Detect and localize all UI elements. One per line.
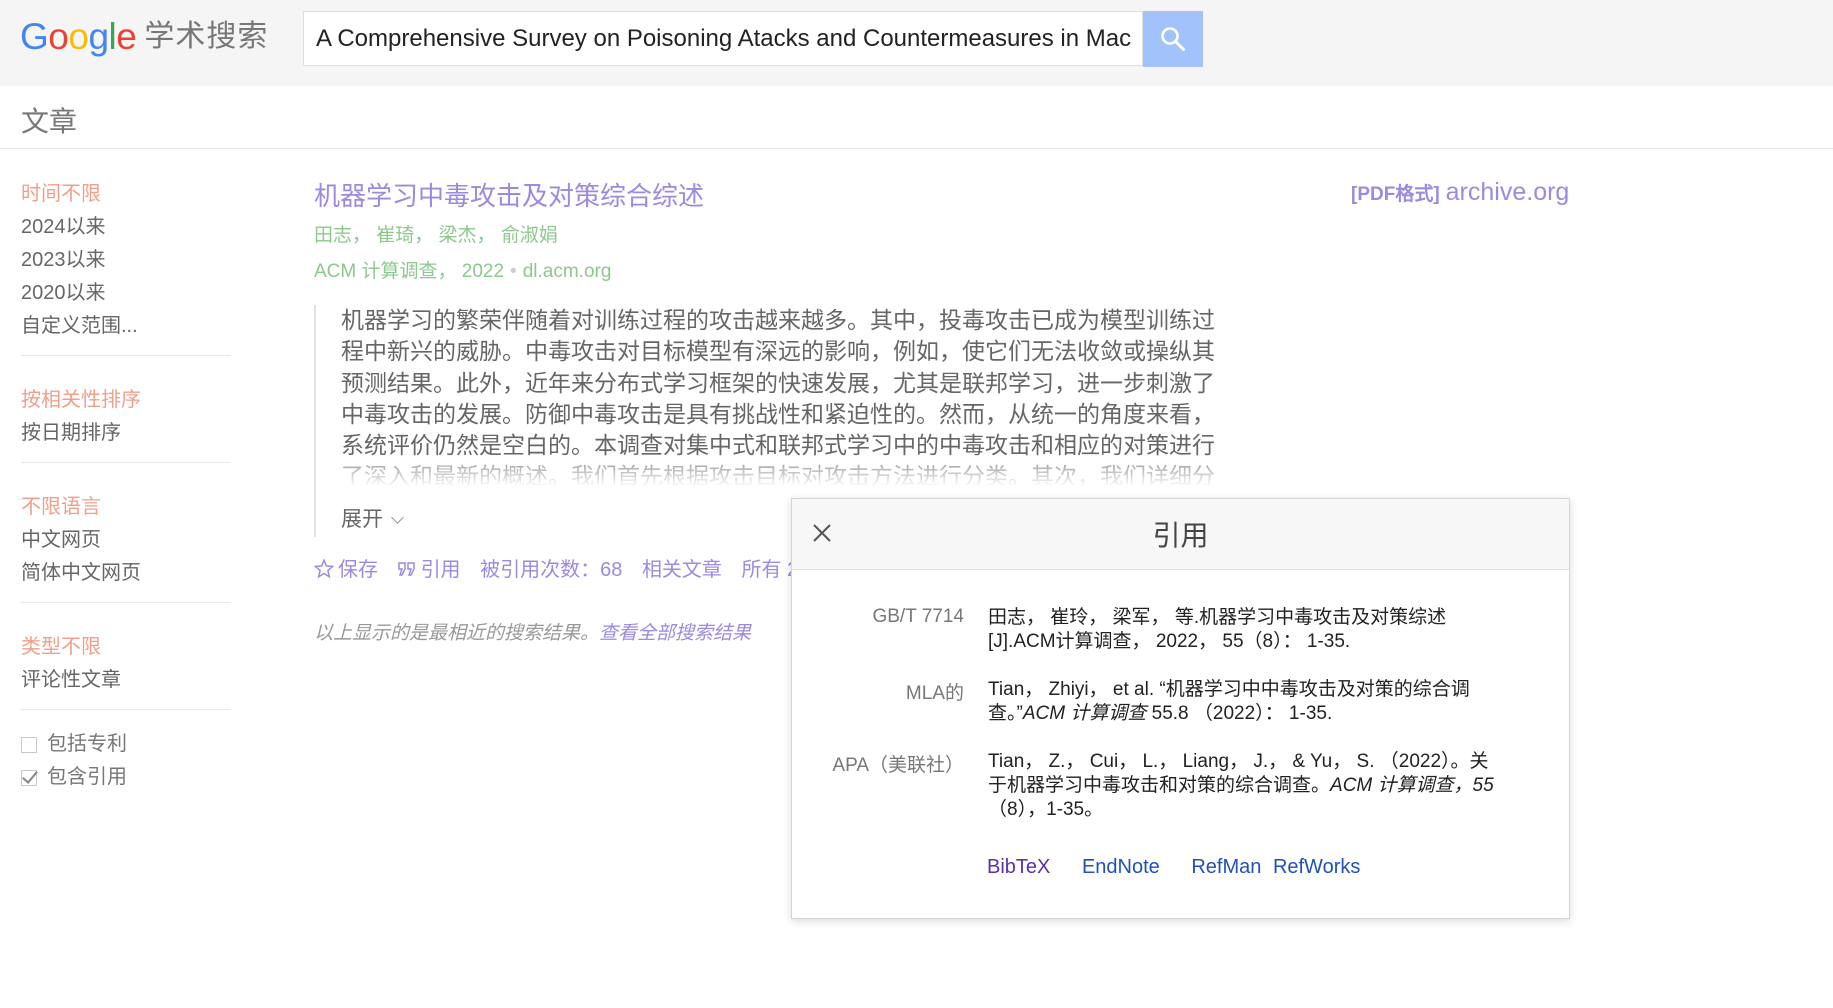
pdf-tag: [PDF格式] [1351,184,1440,205]
all-versions-link[interactable]: 所有 2 [742,559,799,581]
export-links: BibTeX EndNote RefMan RefWorks [987,856,1386,879]
cite-label: 引用 [420,559,461,581]
star-icon [313,558,335,579]
type-any[interactable]: 类型不限 [21,631,231,664]
citation-part: 55.8 （2022）： 1-35. [1146,703,1333,724]
save-label: 保存 [338,559,378,581]
sort-group: 按相关性排序 按日期排序 [21,356,231,463]
sort-by-date[interactable]: 按日期排序 [21,417,231,450]
checkbox-label: 包含引用 [47,766,127,788]
venue-text: ACM 计算调查， 2022 [314,261,505,282]
type-group: 类型不限 评论性文章 [21,603,231,710]
related-articles-link[interactable]: 相关文章 [642,559,722,581]
result-title-link[interactable]: 机器学习中毒攻击及对策综合综述 [314,176,1254,213]
checkbox-label: 包括专利 [47,733,127,755]
result-venue: ACM 计算调查， 2022 • dl.acm.org [314,256,1254,283]
citation-style-label: APA（美联社） [832,755,964,776]
citation-part: （8），1-35。 [988,799,1104,820]
filter-sidebar: 时间不限 2024以来 2023以来 2020以来 自定义范围... 按相关性排… [21,148,231,794]
checkbox-icon [21,736,37,753]
logo-letter: e [116,16,137,57]
top-header: Google 学术搜索 [0,0,1833,86]
logo-letter: g [88,16,109,57]
search-input[interactable] [304,12,1142,65]
filter-since-2024[interactable]: 2024以来 [21,211,231,244]
time-filter-group: 时间不限 2024以来 2023以来 2020以来 自定义范围... [21,148,231,356]
filter-any-time[interactable]: 时间不限 [21,178,231,211]
expand-snippet-button[interactable]: 展开 [341,503,404,533]
expand-label: 展开 [341,508,383,531]
logo-letter: G [20,16,49,57]
citation-row-mla: MLA的 Tian， Zhiyi， et al. “机器学习中中毒攻击及对策的综… [792,678,1569,726]
citation-text[interactable]: 田志， 崔玲， 梁军， 等.机器学习中毒攻击及对策综述[J].ACM计算调查， … [988,606,1498,654]
google-scholar-logo[interactable]: Google 学术搜索 [20,14,268,58]
citation-row-apa: APA（美联社） Tian， Z.， Cui， L.， Liang， J.， &… [792,750,1569,822]
refman-link[interactable]: RefMan [1191,856,1261,878]
type-review-articles[interactable]: 评论性文章 [21,664,231,697]
citation-style-label: MLA的 [905,683,964,704]
search-icon [1161,27,1185,51]
filter-custom-range[interactable]: 自定义范围... [21,310,231,343]
cite-button[interactable]: 引用 [397,559,467,581]
logo-letter: o [68,16,89,57]
section-title: 文章 [21,106,78,137]
citation-journal: ACM 计算调查，55 [1330,775,1494,796]
filter-since-2020[interactable]: 2020以来 [21,277,231,310]
logo-scholar-text: 学术搜索 [144,20,269,53]
dialog-title: 引用 [1152,520,1209,551]
view-all-results-link[interactable]: 查看全部搜索结果 [599,623,751,644]
sort-by-relevance[interactable]: 按相关性排序 [21,384,231,417]
checkbox-checked-icon [21,769,37,786]
bibtex-link[interactable]: BibTeX [987,856,1050,878]
dialog-header: 引用 [792,499,1569,570]
search-box [303,11,1143,66]
chevron-down-icon [391,511,404,524]
snippet-fade [341,455,1221,487]
language-group: 不限语言 中文网页 简体中文网页 [21,463,231,603]
refworks-link[interactable]: RefWorks [1273,856,1360,878]
citation-part: 田志， 崔玲， 梁军， 等.机器学习中毒攻击及对策综述[J].ACM计算调查， … [988,607,1447,652]
citation-journal: ACM 计算调查 [1022,703,1147,724]
endnote-link[interactable]: EndNote [1082,856,1160,878]
cited-by-link[interactable]: 被引用次数：68 [480,559,622,581]
citation-text[interactable]: Tian， Z.， Cui， L.， Liang， J.， & Yu， S. （… [988,750,1498,822]
include-patents-checkbox[interactable]: 包括专利 [21,728,231,761]
cite-dialog: 引用 GB/T 7714 田志， 崔玲， 梁军， 等.机器学习中毒攻击及对策综述… [791,498,1570,919]
include-citations-checkbox[interactable]: 包含引用 [21,761,231,794]
note-text: 以上显示的是最相近的搜索结果。 [314,623,600,644]
result-authors: 田志， 崔琦， 梁杰， 俞淑娟 [314,225,558,246]
logo-letter: o [48,16,69,57]
citation-text[interactable]: Tian， Zhiyi， et al. “机器学习中中毒攻击及对策的综合调查。”… [988,678,1498,726]
separator-dot: • [510,261,517,282]
citation-style-label: GB/T 7714 [872,606,964,627]
search-button[interactable] [1143,11,1203,67]
citation-row-gbt: GB/T 7714 田志， 崔玲， 梁军， 等.机器学习中毒攻击及对策综述[J]… [792,606,1569,654]
filter-since-2023[interactable]: 2023以来 [21,244,231,277]
save-button[interactable]: 保存 [313,558,384,581]
checkbox-group: 包括专利 包含引用 [21,710,231,794]
lang-any[interactable]: 不限语言 [21,491,231,524]
lang-chinese[interactable]: 中文网页 [21,524,231,557]
lang-simplified-chinese[interactable]: 简体中文网页 [21,557,231,590]
quote-icon [397,562,415,576]
pdf-site: archive.org [1445,178,1570,206]
pdf-link[interactable]: [PDF格式] archive.org [1351,178,1569,207]
section-bar: 文章 [0,86,1833,149]
venue-site: dl.acm.org [522,261,612,282]
